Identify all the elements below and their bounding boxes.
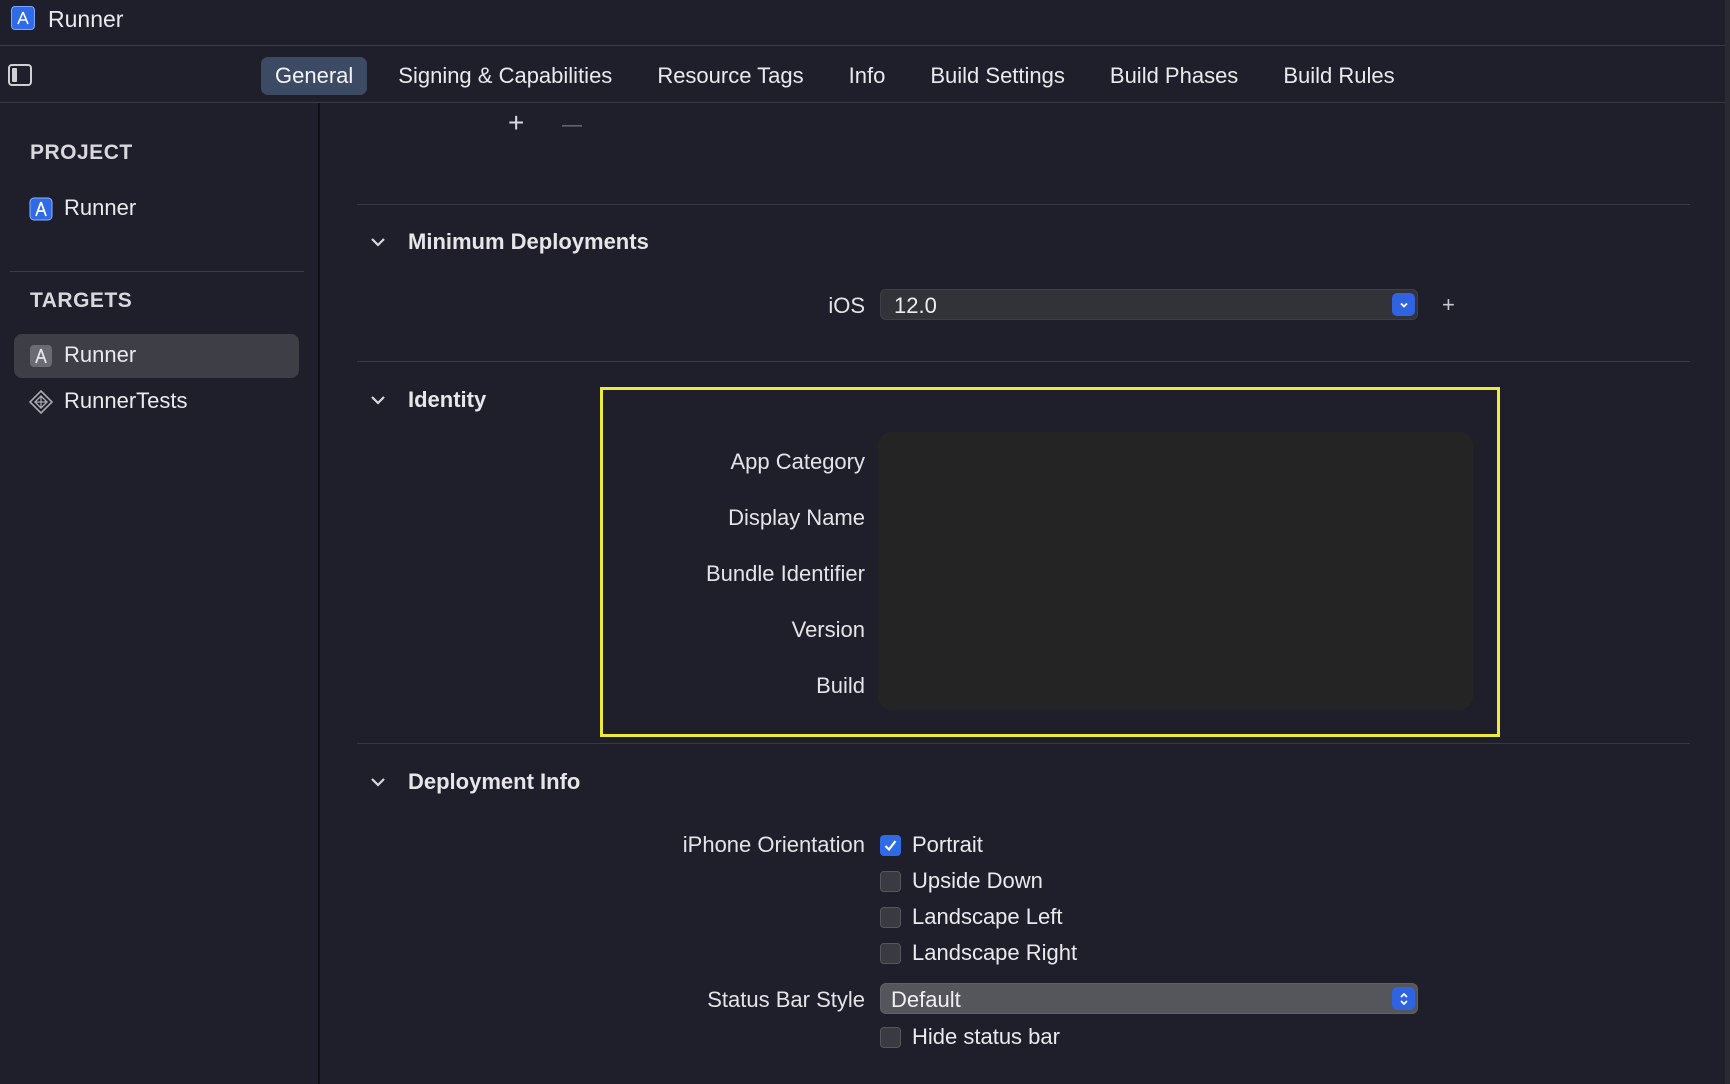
tab-build-phases[interactable]: Build Phases (1096, 57, 1252, 95)
tabs: General Signing & Capabilities Resource … (261, 57, 1426, 95)
test-target-icon (29, 390, 53, 414)
sidebar-item-label: Runner (64, 195, 137, 220)
section-divider (357, 743, 1690, 744)
remove-button[interactable]: — (562, 111, 582, 139)
app-target-icon (29, 344, 53, 368)
chevron-down-icon[interactable] (370, 234, 386, 250)
project-heading: PROJECT (30, 141, 133, 164)
landscape-right-label: Landscape Right (912, 940, 1078, 965)
project-navigator: PROJECT Runner TARGETS Runner RunnerTest… (0, 103, 320, 1084)
hide-status-bar-checkbox[interactable] (880, 1026, 901, 1048)
minimum-deployments-title: Minimum Deployments (408, 229, 649, 254)
section-divider (357, 361, 1690, 362)
chevron-down-icon[interactable] (370, 392, 386, 408)
chevron-up-down-icon (1392, 987, 1415, 1010)
sidebar-divider (10, 271, 304, 272)
chevron-down-icon (1392, 293, 1415, 316)
chevron-down-icon[interactable] (370, 774, 386, 790)
targets-heading: TARGETS (30, 289, 133, 312)
tab-resource-tags[interactable]: Resource Tags (643, 57, 817, 95)
ios-version-popup[interactable]: 12.0 (880, 289, 1418, 320)
ios-label: iOS (828, 293, 865, 318)
sidebar-item-label: Runner (64, 342, 137, 367)
tab-general[interactable]: General (261, 57, 368, 95)
landscape-right-checkbox[interactable] (880, 942, 901, 964)
sidebar-item-target-runnertests[interactable]: RunnerTests (14, 380, 299, 424)
checkmark-icon (884, 839, 897, 851)
tab-build-rules[interactable]: Build Rules (1269, 57, 1408, 95)
orientation-landscape-right[interactable]: Landscape Right (880, 940, 1077, 966)
tab-build-settings[interactable]: Build Settings (916, 57, 1079, 95)
identity-title: Identity (408, 387, 487, 412)
landscape-left-label: Landscape Left (912, 904, 1063, 929)
deployment-info-title: Deployment Info (408, 769, 581, 794)
orientation-upside-down[interactable]: Upside Down (880, 868, 1043, 894)
orientation-portrait[interactable]: Portrait (880, 832, 983, 858)
window-edge (1725, 0, 1730, 1084)
status-bar-style-label: Status Bar Style (707, 987, 865, 1012)
tab-info[interactable]: Info (835, 57, 900, 95)
sidebar-toggle-icon[interactable] (8, 64, 32, 86)
sidebar-item-label: RunnerTests (64, 388, 188, 413)
tab-signing-capabilities[interactable]: Signing & Capabilities (384, 57, 626, 95)
title-bar: Runner (0, 0, 1730, 46)
add-deployment-button[interactable]: + (1442, 292, 1455, 318)
orientation-landscape-left[interactable]: Landscape Left (880, 904, 1062, 930)
add-button[interactable]: + (508, 109, 524, 137)
general-settings-pane: + — Minimum Deployments iOS 12.0 + Ident… (322, 103, 1725, 1084)
hide-status-bar-label: Hide status bar (912, 1024, 1060, 1049)
landscape-left-checkbox[interactable] (880, 906, 901, 928)
status-bar-style-value: Default (891, 987, 961, 1012)
portrait-checkbox[interactable] (880, 834, 901, 856)
sidebar-item-project-runner[interactable]: Runner (14, 187, 299, 231)
iphone-orientation-label: iPhone Orientation (682, 832, 865, 857)
portrait-label: Portrait (912, 832, 983, 857)
hide-status-bar-row[interactable]: Hide status bar (880, 1024, 1060, 1050)
upside-down-checkbox[interactable] (880, 870, 901, 892)
project-icon (29, 197, 53, 221)
ios-version-value: 12.0 (894, 293, 937, 318)
status-bar-style-popup[interactable]: Default (880, 983, 1418, 1014)
window-title: Runner (48, 6, 124, 32)
highlight-box (600, 387, 1500, 737)
editor-tab-bar: General Signing & Capabilities Resource … (0, 46, 1725, 103)
xcode-app-icon (11, 6, 35, 30)
upside-down-label: Upside Down (912, 868, 1043, 893)
section-divider (357, 204, 1690, 205)
sidebar-item-target-runner[interactable]: Runner (14, 334, 299, 378)
